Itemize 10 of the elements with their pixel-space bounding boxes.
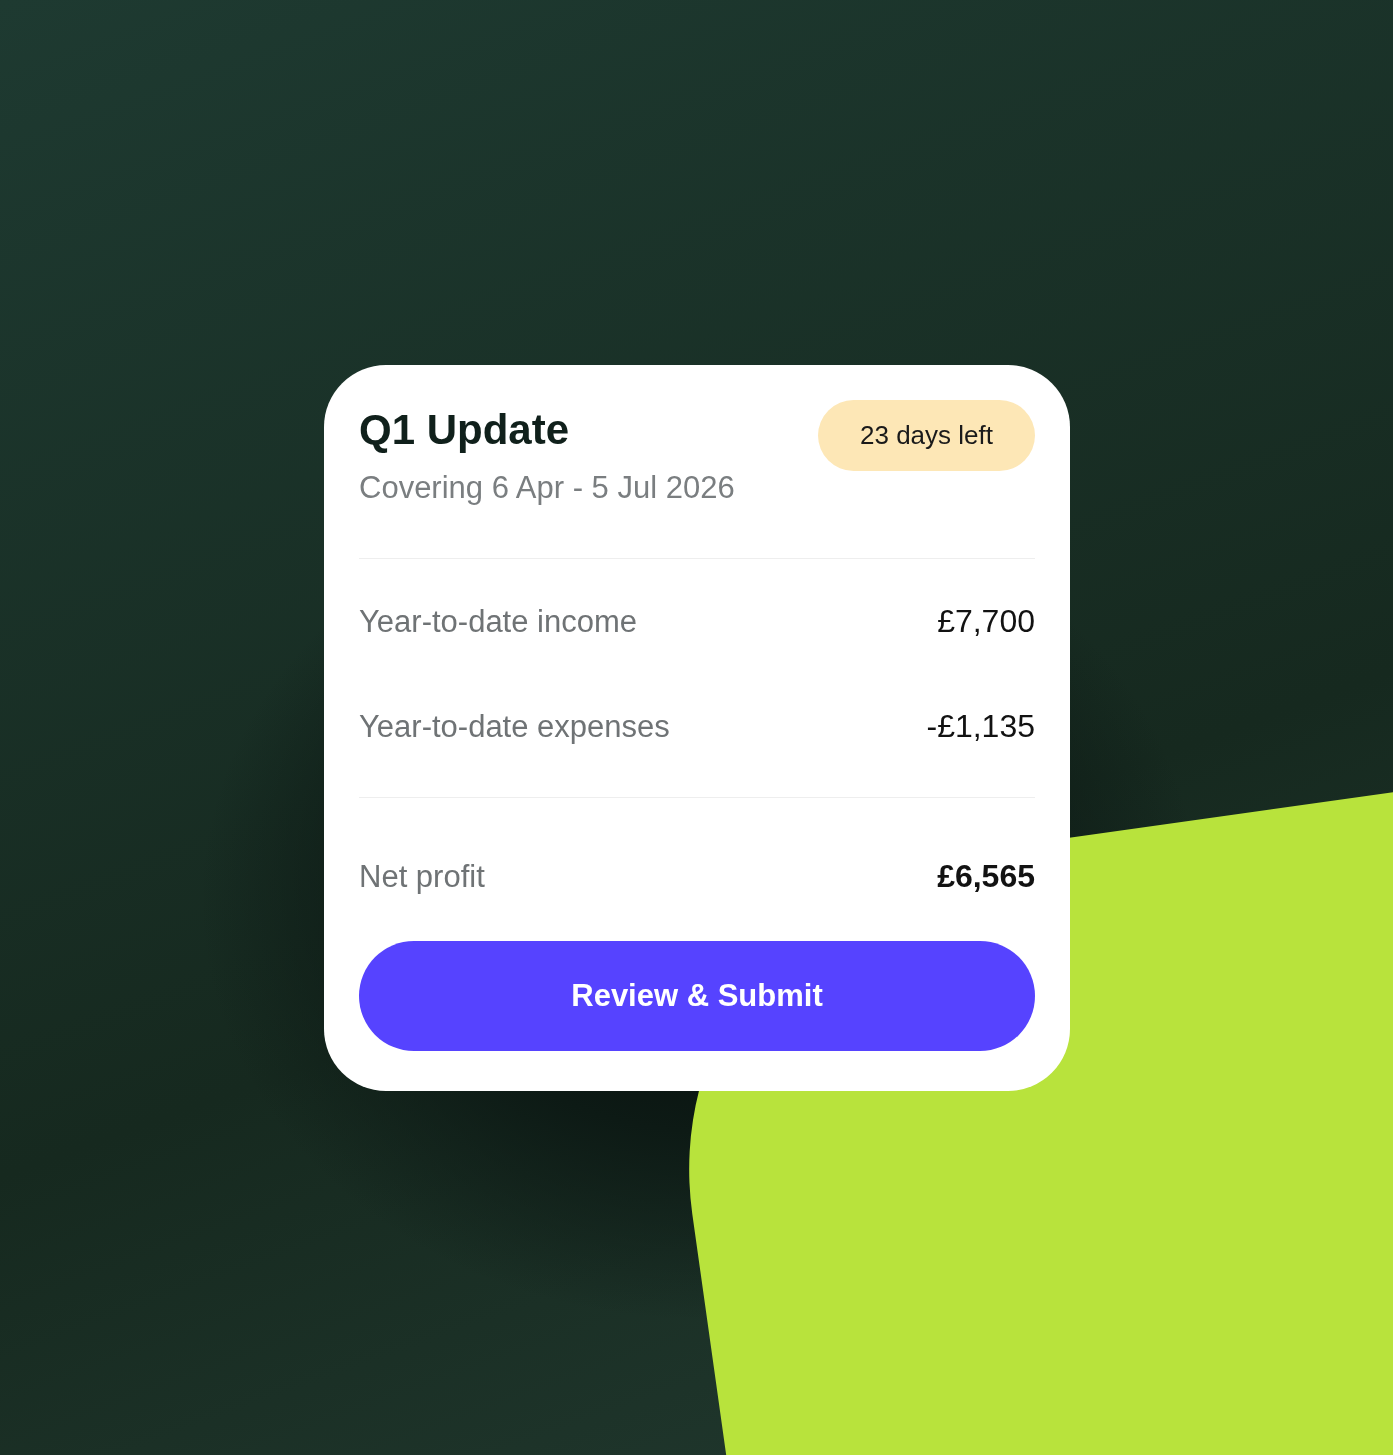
row-label: Year-to-date expenses (359, 708, 670, 745)
date-range: Covering 6 Apr - 5 Jul 2026 (359, 470, 735, 506)
row-label: Year-to-date income (359, 603, 638, 640)
days-left-badge: 23 days left (818, 400, 1035, 471)
total-label: Net profit (359, 858, 485, 895)
row-value: -£1,135 (926, 708, 1035, 745)
row-value: £7,700 (937, 603, 1035, 640)
card-title: Q1 Update (359, 406, 571, 454)
total-value: £6,565 (937, 858, 1035, 895)
review-submit-button[interactable]: Review & Submit (359, 941, 1035, 1051)
